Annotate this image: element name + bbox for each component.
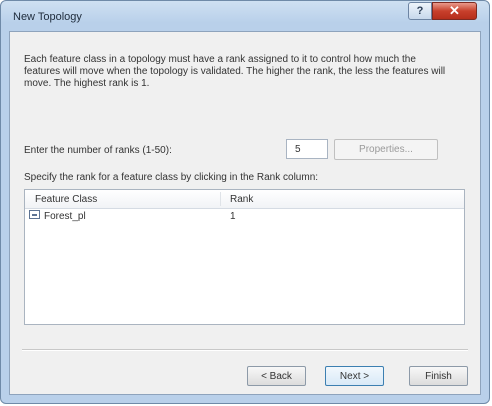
properties-button[interactable]: Properties...	[334, 139, 438, 160]
window-title: New Topology	[13, 11, 82, 23]
rank-cell[interactable]: 1	[230, 211, 236, 222]
back-button[interactable]: < Back	[247, 366, 306, 386]
polygon-feature-class-icon	[29, 210, 40, 219]
table-row[interactable]: Forest_pl 1	[25, 208, 464, 224]
finish-button[interactable]: Finish	[409, 366, 468, 386]
close-button[interactable]: ✕	[432, 2, 477, 20]
feature-class-name: Forest_pl	[44, 211, 86, 222]
column-divider[interactable]	[220, 192, 221, 206]
footer-separator	[22, 349, 468, 351]
rank-instruction-label: Specify the rank for a feature class by …	[24, 172, 319, 183]
help-button[interactable]: ?	[408, 2, 432, 20]
ranks-count-label: Enter the number of ranks (1-50):	[24, 145, 172, 156]
dialog-content: Each feature class in a topology must ha…	[9, 31, 481, 395]
new-topology-dialog: New Topology ? ✕ Each feature class in a…	[0, 0, 490, 404]
description-text: Each feature class in a topology must ha…	[24, 54, 446, 89]
feature-class-rank-table[interactable]: Feature Class Rank Forest_pl 1	[24, 189, 465, 325]
column-header-rank[interactable]: Rank	[230, 194, 253, 205]
next-button[interactable]: Next >	[325, 366, 384, 386]
ranks-count-input[interactable]	[286, 139, 328, 159]
table-header: Feature Class Rank	[25, 190, 464, 209]
title-bar[interactable]: New Topology ? ✕	[1, 1, 489, 31]
column-header-feature-class[interactable]: Feature Class	[35, 194, 97, 205]
